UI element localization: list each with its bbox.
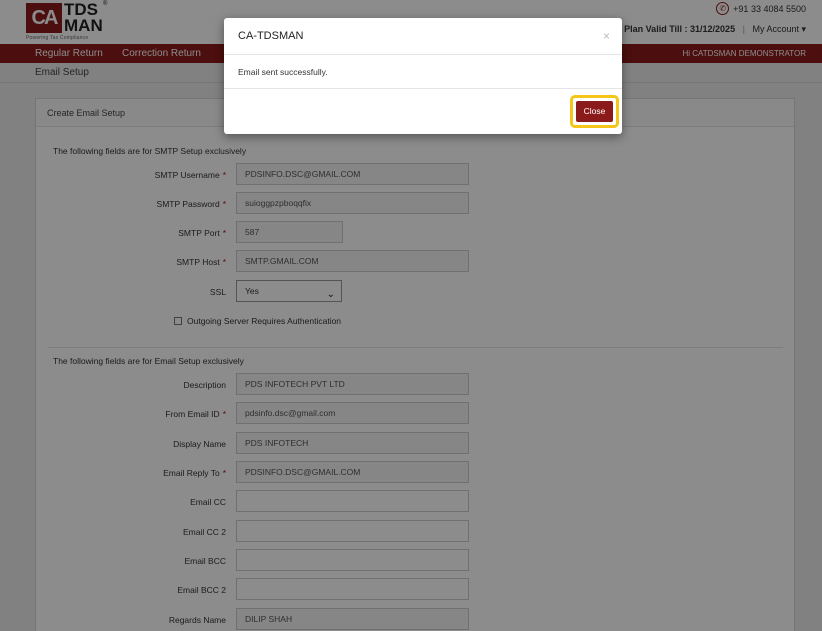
close-button[interactable]: Close xyxy=(576,101,613,122)
success-dialog: CA-TDSMAN × Email sent successfully. Clo… xyxy=(224,18,622,134)
dialog-title: CA-TDSMAN xyxy=(238,30,304,42)
close-icon[interactable]: × xyxy=(603,18,610,55)
dialog-header: CA-TDSMAN × xyxy=(224,18,622,55)
close-button-highlight: Close xyxy=(570,95,619,128)
dialog-message: Email sent successfully. xyxy=(224,55,622,89)
